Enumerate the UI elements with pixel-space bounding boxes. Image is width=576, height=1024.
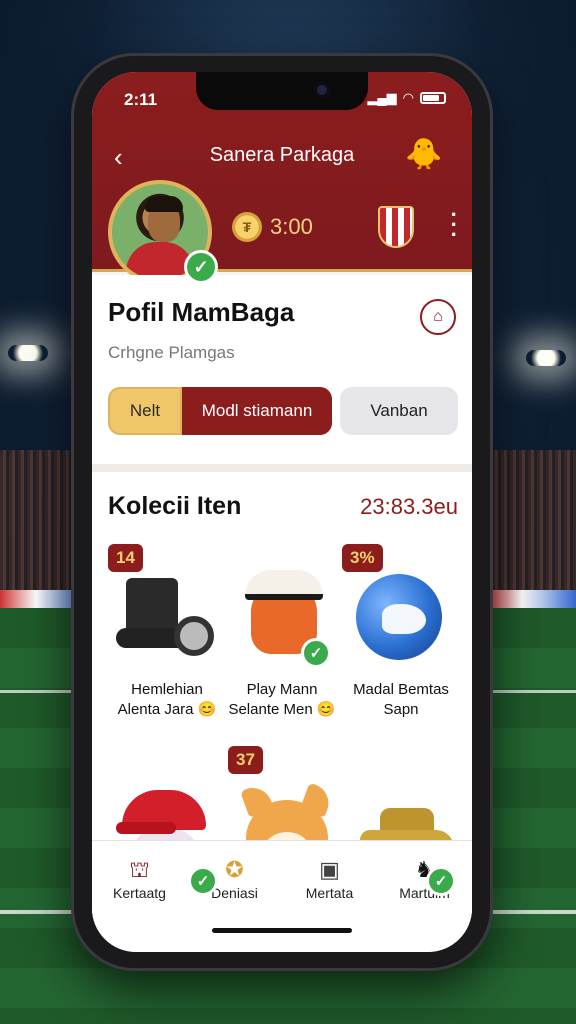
floodlight bbox=[526, 350, 566, 366]
verified-check-icon: ✓ bbox=[188, 866, 218, 896]
item-tag: 3% bbox=[342, 544, 383, 572]
bookmark-icon: ⌂ bbox=[433, 308, 443, 325]
verified-check-icon: ✓ bbox=[426, 866, 456, 896]
floodlight bbox=[8, 345, 48, 361]
coin-icon: ₮ bbox=[232, 212, 262, 242]
item-label-line2: Sapn bbox=[383, 701, 419, 718]
profile-card: Pofil MamBaga Crhgne Plamgas ⌂ Nelt Modl… bbox=[92, 275, 472, 465]
phone-notch bbox=[196, 72, 368, 110]
club-crest-icon[interactable] bbox=[378, 206, 414, 248]
boot-icon bbox=[116, 560, 216, 660]
mascot-icon[interactable]: 🐥 bbox=[402, 132, 446, 176]
avatar-hair bbox=[145, 196, 183, 212]
phone-frame: 2:11 ▂▄▆ ◠ ‹ Sanera Parkaga 🐥 ✓ ₮ 3:00 ·… bbox=[74, 56, 490, 968]
more-options-icon[interactable]: · · · bbox=[451, 204, 458, 246]
segment-nelt[interactable]: Nelt bbox=[108, 387, 182, 435]
collection-item[interactable]: 3% Madal Bemtas Sapn bbox=[342, 544, 460, 734]
coin-value: 3:00 bbox=[270, 214, 313, 239]
status-icons: ▂▄▆ ◠ bbox=[367, 90, 446, 106]
smiley-icon: 😊 bbox=[197, 701, 217, 718]
profile-subtitle: Crhgne Plamgas bbox=[108, 343, 235, 362]
item-label: Play Mann Selante Men 😊 bbox=[217, 680, 347, 720]
collection-total: 23:83.3eu bbox=[360, 494, 458, 519]
segment-vanban[interactable]: Vanban bbox=[340, 387, 458, 435]
item-tag: 37 bbox=[228, 746, 263, 774]
item-label-line1: Hemlehian bbox=[131, 681, 203, 698]
nav-label: Martuim bbox=[399, 885, 450, 901]
collection-title: Kolecii Iten bbox=[108, 492, 242, 520]
nav-item-mertata[interactable]: ▣ Mertata bbox=[285, 855, 375, 952]
coin-balance[interactable]: ₮ 3:00 bbox=[232, 212, 313, 242]
item-label: Hemlehian Alenta Jara 😊 bbox=[102, 680, 232, 720]
shirt-icon: ⛫ bbox=[129, 857, 150, 882]
wifi-icon: ◠ bbox=[402, 90, 414, 105]
item-label-line1: Madal Bemtas bbox=[353, 681, 449, 698]
nav-item-kertaatg[interactable]: ⛫ Kertaatg bbox=[95, 855, 185, 952]
item-tag: 14 bbox=[108, 544, 143, 572]
status-time: 2:11 bbox=[124, 90, 158, 109]
item-label-line2: Selante Men bbox=[228, 701, 313, 718]
battery-icon bbox=[420, 92, 446, 104]
segment-control: Nelt Modl stiamann bbox=[108, 387, 332, 435]
nav-item-martuim[interactable]: ♞ Martuim bbox=[380, 855, 470, 952]
dog-icon: ♞ bbox=[414, 857, 435, 882]
smiley-icon: 😊 bbox=[316, 701, 336, 718]
collection-item[interactable]: ✓ Play Mann Selante Men 😊 bbox=[223, 544, 341, 734]
phone-screen: 2:11 ▂▄▆ ◠ ‹ Sanera Parkaga 🐥 ✓ ₮ 3:00 ·… bbox=[92, 72, 472, 952]
item-label-line2: Alenta Jara bbox=[117, 701, 194, 718]
item-label: Madal Bemtas Sapn bbox=[336, 680, 466, 720]
item-label-line1: Play Mann bbox=[246, 681, 318, 698]
nav-label: Kertaatg bbox=[113, 885, 166, 901]
nav-label: Mertata bbox=[305, 885, 354, 901]
verified-check-icon: ✓ bbox=[184, 250, 218, 284]
signal-icon: ▂▄▆ bbox=[367, 90, 397, 105]
verified-check-icon: ✓ bbox=[301, 638, 331, 668]
globe-icon bbox=[350, 560, 450, 660]
card-icon: ▣ bbox=[319, 857, 340, 882]
profile-name: Pofil MamBaga bbox=[108, 297, 295, 327]
camera-icon bbox=[314, 82, 330, 98]
home-indicator bbox=[212, 928, 352, 933]
collection-item[interactable]: 14 Hemlehian Alenta Jara 😊 bbox=[108, 544, 226, 734]
segment-modl-stiamann[interactable]: Modl stiamann bbox=[182, 387, 332, 435]
bookmark-button[interactable]: ⌂ bbox=[420, 299, 456, 335]
ad-board bbox=[486, 590, 576, 608]
bottom-nav: ⛫ Kertaatg ✪ Deniasi ▣ Mertata ♞ Martuim bbox=[92, 840, 472, 952]
